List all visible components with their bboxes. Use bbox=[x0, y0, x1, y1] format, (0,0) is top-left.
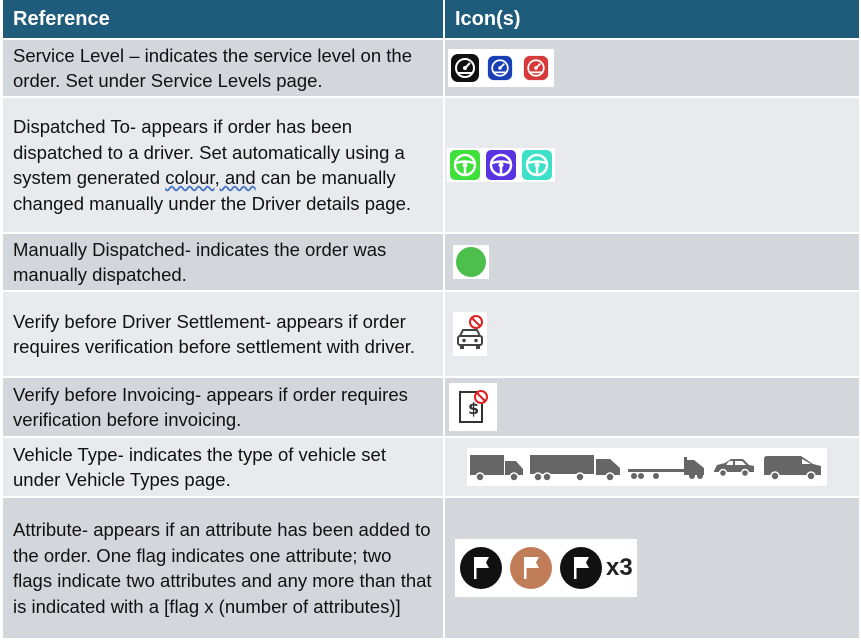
row-icons bbox=[444, 290, 859, 377]
flag-black-icon bbox=[459, 546, 503, 590]
row-icons bbox=[444, 436, 859, 497]
row-description: Dispatched To- appears if order has been… bbox=[3, 96, 445, 233]
speedometer-red-icon bbox=[518, 49, 554, 87]
table-row: Dispatched To- appears if order has been… bbox=[3, 96, 859, 233]
reference-table: Reference Icon(s) Service Level – indica… bbox=[3, 0, 859, 638]
row-icons bbox=[444, 232, 859, 291]
row-description: Service Level – indicates the service le… bbox=[3, 38, 445, 97]
table-row: Vehicle Type- indicates the type of vehi… bbox=[3, 436, 859, 497]
table-row: Attribute- appears if an attribute has b… bbox=[3, 496, 859, 638]
flag-black-icon bbox=[559, 546, 603, 590]
row-icons: $ bbox=[444, 376, 859, 437]
green-dot-icon bbox=[453, 245, 489, 279]
van-icon bbox=[759, 448, 827, 486]
icons-header: Icon(s) bbox=[444, 0, 859, 39]
steering-wheel-teal-icon bbox=[519, 148, 555, 182]
flag-brown-icon bbox=[509, 546, 553, 590]
header-row: Reference Icon(s) bbox=[3, 0, 859, 39]
car-icon bbox=[709, 448, 759, 486]
row-description: Verify before Invoicing- appears if orde… bbox=[3, 376, 445, 437]
row-icons bbox=[444, 96, 859, 233]
flatbed-truck-icon bbox=[625, 448, 709, 486]
table-row: Manually Dispatched- indicates the order… bbox=[3, 232, 859, 291]
invoice-prohibited-icon: $ bbox=[449, 383, 497, 431]
steering-wheel-green-icon bbox=[447, 148, 483, 182]
semi-truck-icon bbox=[527, 448, 625, 486]
row-description: Manually Dispatched- indicates the order… bbox=[3, 232, 445, 291]
attribute-count-label: x3 bbox=[606, 554, 633, 582]
row-icons: x3 bbox=[444, 496, 859, 638]
table-row: Service Level – indicates the service le… bbox=[3, 38, 859, 97]
row-description: Attribute- appears if an attribute has b… bbox=[3, 496, 445, 638]
table-row: Verify before Invoicing- appears if orde… bbox=[3, 376, 859, 437]
reference-header: Reference bbox=[3, 0, 445, 39]
attribute-flags: x3 bbox=[455, 539, 637, 597]
speedometer-black-icon bbox=[448, 49, 482, 87]
steering-wheel-purple-icon bbox=[483, 148, 519, 182]
table-row: Verify before Driver Settlement- appears… bbox=[3, 290, 859, 377]
row-icons bbox=[444, 38, 859, 97]
row-description: Verify before Driver Settlement- appears… bbox=[3, 290, 445, 377]
underlined-text: colour, and bbox=[165, 167, 256, 188]
box-truck-icon bbox=[467, 448, 527, 486]
car-prohibited-icon bbox=[453, 312, 487, 356]
speedometer-blue-icon bbox=[482, 49, 518, 87]
row-description: Vehicle Type- indicates the type of vehi… bbox=[3, 436, 445, 497]
